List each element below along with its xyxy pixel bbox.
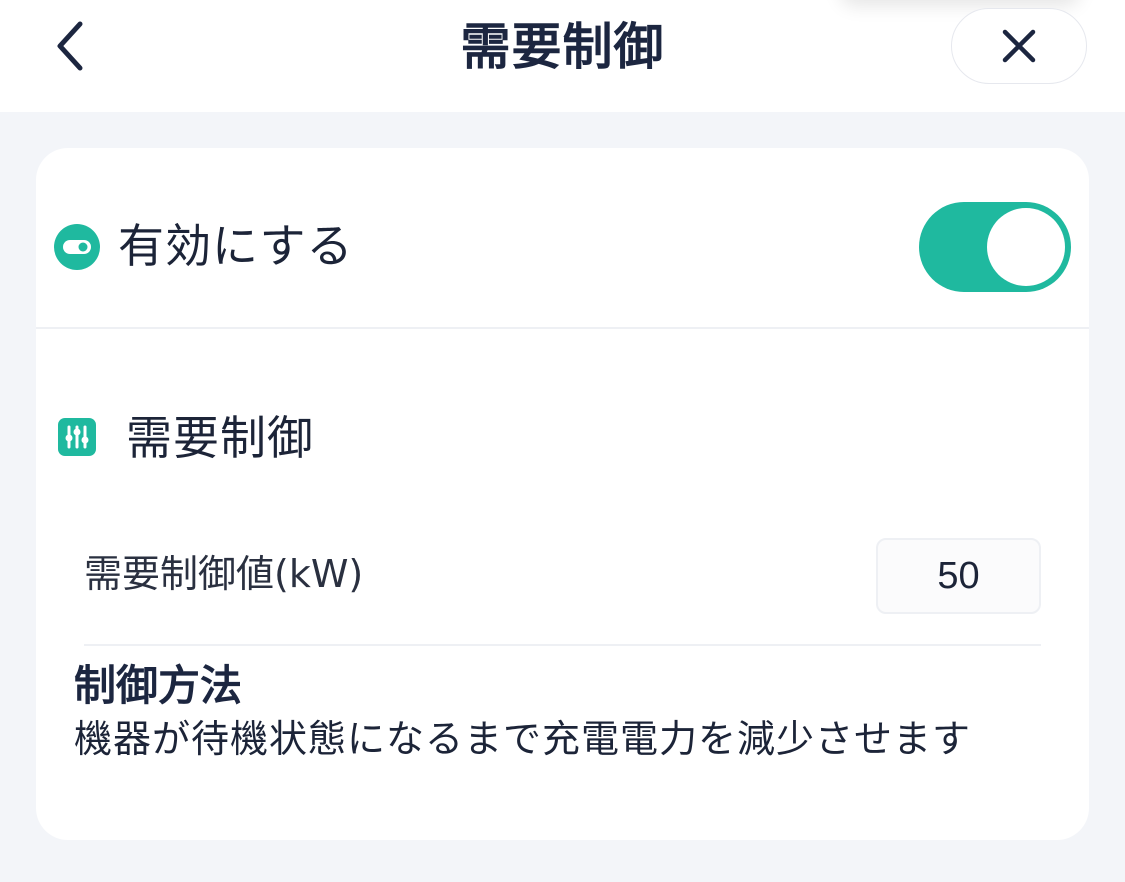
demand-value-row: 需要制御値(kW) bbox=[84, 534, 1041, 646]
settings-card: 有効にする 需要制御 需要制御値(kW) 制御方法 機器が待機状態になるまで充電… bbox=[36, 148, 1089, 840]
close-icon bbox=[1002, 29, 1036, 63]
sliders-icon bbox=[58, 418, 96, 456]
control-method-description: 機器が待機状態になるまで充電電力を減少させます bbox=[74, 717, 972, 761]
header-bar: 需要制御 bbox=[0, 0, 1125, 112]
enable-toggle[interactable] bbox=[919, 202, 1071, 292]
toggle-icon bbox=[54, 224, 100, 270]
section-title: 需要制御 bbox=[126, 411, 314, 465]
demand-value-label: 需要制御値(kW) bbox=[84, 552, 364, 596]
demand-value-input[interactable] bbox=[876, 538, 1041, 614]
close-button[interactable] bbox=[951, 8, 1087, 84]
toggle-knob bbox=[987, 208, 1065, 286]
enable-label: 有効にする bbox=[118, 219, 354, 273]
enable-row: 有効にする bbox=[36, 148, 1089, 329]
